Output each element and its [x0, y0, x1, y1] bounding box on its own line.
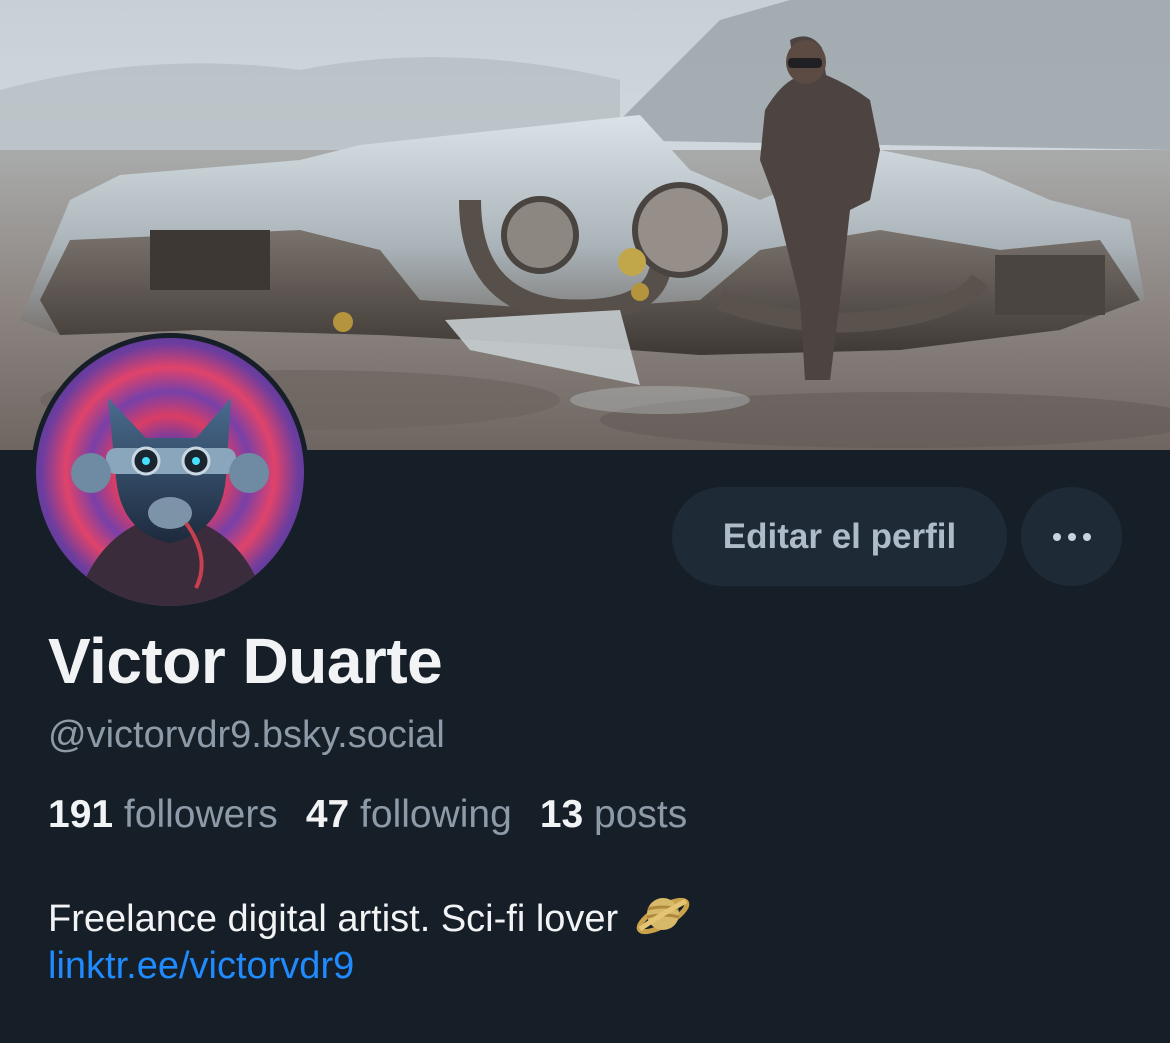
following-stat[interactable]: 47 following [306, 793, 512, 837]
more-horizontal-icon [1052, 532, 1091, 541]
profile-page: Editar el perfil Victor Duarte @victorvd… [0, 0, 1170, 1043]
followers-label: followers [123, 793, 278, 836]
profile-handle: @victorvdr9.bsky.social [48, 714, 445, 756]
posts-count: 13 [539, 793, 584, 836]
following-label: following [360, 793, 512, 836]
profile-avatar[interactable] [31, 333, 309, 611]
following-count: 47 [305, 793, 350, 836]
more-options-button[interactable] [1021, 487, 1122, 586]
followers-stat[interactable]: 191 followers [48, 793, 278, 837]
edit-profile-button[interactable]: Editar el perfil [672, 487, 1007, 586]
profile-bio: Freelance digital artist. Sci-fi lover [48, 885, 692, 953]
profile-display-name: Victor Duarte [48, 625, 443, 697]
profile-stats: 191 followers 47 following 13 posts [48, 793, 715, 837]
profile-link[interactable]: linktr.ee/victorvdr9 [48, 945, 354, 988]
posts-stat: 13 posts [540, 793, 687, 837]
bio-text: Freelance digital artist. Sci-fi lover [48, 897, 619, 940]
edit-profile-label: Editar el perfil [722, 516, 957, 556]
posts-label: posts [594, 793, 688, 836]
followers-count: 191 [48, 793, 114, 836]
ringed-planet-icon [634, 885, 692, 953]
